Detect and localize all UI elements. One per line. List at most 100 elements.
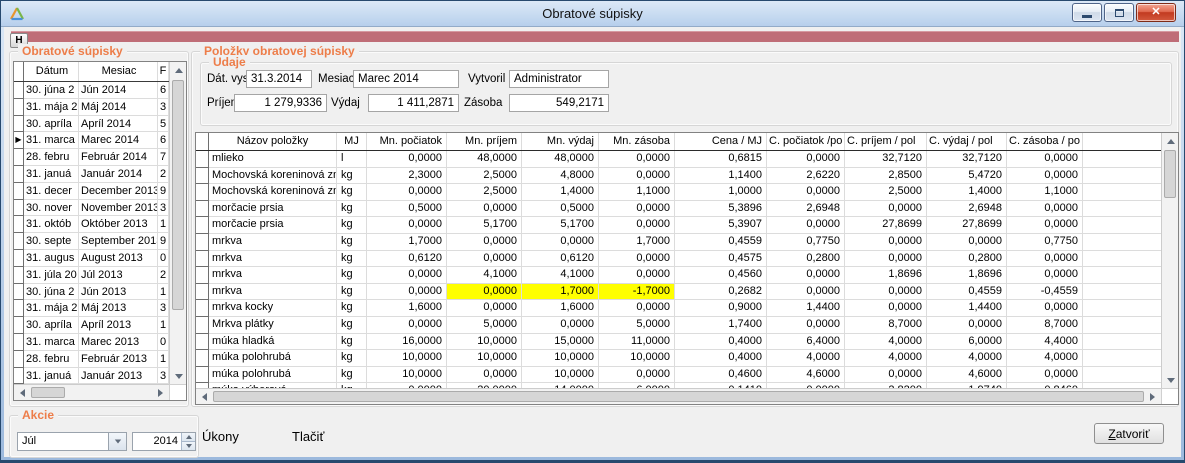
mesiac-field[interactable]: Marec 2014 (353, 70, 459, 88)
sidebar-row[interactable]: 30. aprílaApríl 20131 (14, 317, 169, 334)
column-mn-prijem[interactable]: Mn. príjem (447, 133, 522, 150)
sidebar-cell-mesiac[interactable]: Marec 2013 (79, 334, 158, 351)
sidebar-cell-mesiac[interactable]: Február 2014 (79, 149, 158, 166)
row-header[interactable] (196, 234, 209, 251)
cell-m-vyd[interactable]: 0,0000 (522, 234, 599, 251)
scroll-up-button[interactable] (1162, 133, 1179, 149)
cell-m-cpoc[interactable]: 0,0000 (767, 217, 845, 234)
sidebar-column-f[interactable]: F (158, 62, 169, 81)
scroll-thumb[interactable] (31, 387, 65, 398)
month-combobox-dropdown-button[interactable] (108, 433, 126, 450)
table-row[interactable]: mrkvakg0,00000,00001,7000-1,70000,26820,… (196, 284, 1161, 301)
cell-m-poc[interactable]: 10,0000 (367, 367, 447, 384)
cell-m-zas[interactable]: 0,0000 (599, 300, 675, 317)
sidebar-cell-datum[interactable]: 30. apríla (24, 116, 79, 133)
cell-m-cena[interactable]: 0,6815 (675, 151, 767, 168)
cell-m-zas[interactable]: 0,0000 (599, 267, 675, 284)
cell-m-cvyd[interactable]: 27,8699 (927, 217, 1007, 234)
cell-mj[interactable]: kg (337, 234, 367, 251)
column-mn-pociatok[interactable]: Mn. počiatok (367, 133, 447, 150)
row-header[interactable] (196, 317, 209, 334)
table-row[interactable]: múka polohrubákg10,00000,000010,00000,00… (196, 367, 1161, 384)
table-row[interactable]: Mrkva plátkykg0,00005,00000,00005,00001,… (196, 317, 1161, 334)
cell-m-czas[interactable]: 0,0000 (1007, 267, 1083, 284)
cell-mj[interactable]: kg (337, 168, 367, 185)
cell-m-cvyd[interactable]: 32,7120 (927, 151, 1007, 168)
sidebar-row-header[interactable] (14, 166, 24, 183)
cell-m-pri[interactable]: 5,0000 (447, 317, 522, 334)
close-dialog-button[interactable]: Zatvoriť (1094, 423, 1164, 444)
cell-m-poc[interactable]: 1,6000 (367, 300, 447, 317)
cell-name[interactable]: morčacie prsia (209, 201, 337, 218)
sidebar-cell-f[interactable]: 1 (158, 284, 169, 301)
table-row[interactable]: Mochovská koreninová zmeskg0,00002,50001… (196, 184, 1161, 201)
column-mn-zasoba[interactable]: Mn. zásoba (599, 133, 675, 150)
table-row[interactable]: mrkvakg1,70000,00000,00001,70000,45590,7… (196, 234, 1161, 251)
cell-m-czas[interactable]: 8,7000 (1007, 317, 1083, 334)
sidebar-cell-datum[interactable]: 31. mája 2 (24, 300, 79, 317)
cell-name[interactable]: Mochovská koreninová zmes (209, 168, 337, 185)
cell-m-zas[interactable]: -1,7000 (599, 284, 675, 301)
cell-m-cpoc[interactable]: 2,6948 (767, 201, 845, 218)
cell-m-czas[interactable]: 4,0000 (1007, 350, 1083, 367)
cell-m-cpoc[interactable]: 6,4000 (767, 334, 845, 351)
cell-m-cpri[interactable]: 27,8699 (845, 217, 927, 234)
cell-m-pri[interactable]: 0,0000 (447, 201, 522, 218)
cell-m-pri[interactable]: 0,0000 (447, 367, 522, 384)
cell-name[interactable]: mrkva kocky (209, 300, 337, 317)
row-header[interactable] (196, 217, 209, 234)
cell-m-pri[interactable]: 48,0000 (447, 151, 522, 168)
scroll-right-button[interactable] (152, 385, 169, 400)
sidebar-cell-mesiac[interactable]: Júl 2013 (79, 267, 158, 284)
cell-m-zas[interactable]: 0,0000 (599, 151, 675, 168)
sidebar-cell-datum[interactable]: 31. júla 20 (24, 267, 79, 284)
app-icon[interactable] (9, 6, 25, 22)
sidebar-cell-mesiac[interactable]: Január 2013 (79, 368, 158, 384)
cell-m-cpoc[interactable]: 1,4400 (767, 300, 845, 317)
sidebar-cell-datum[interactable]: 30. septe (24, 233, 79, 250)
dat-vyst-field[interactable]: 31.3.2014 (246, 70, 312, 88)
cell-mj[interactable]: kg (337, 350, 367, 367)
cell-name[interactable]: mrkva (209, 234, 337, 251)
sidebar-row-header[interactable] (14, 250, 24, 267)
sidebar-cell-mesiac[interactable]: Jún 2013 (79, 284, 158, 301)
sidebar-cell-mesiac[interactable]: December 2013 (79, 183, 158, 200)
cell-m-czas[interactable]: 0,7750 (1007, 234, 1083, 251)
sidebar-cell-f[interactable]: 2 (158, 166, 169, 183)
maximize-button[interactable] (1104, 3, 1134, 22)
sidebar-row-header[interactable] (14, 149, 24, 166)
sidebar-row-header[interactable] (14, 267, 24, 284)
scroll-down-button[interactable] (170, 368, 187, 384)
cell-m-cena[interactable]: 0,4000 (675, 350, 767, 367)
sidebar-cell-f[interactable]: 5 (158, 116, 169, 133)
cell-m-cpri[interactable]: 1,8696 (845, 267, 927, 284)
ukony-button[interactable]: Úkony (202, 429, 239, 444)
sidebar-cell-f[interactable]: 6 (158, 132, 169, 149)
sidebar-cell-mesiac[interactable]: Apríl 2013 (79, 317, 158, 334)
sidebar-row[interactable]: 31. augusAugust 20130 (14, 250, 169, 267)
cell-m-czas[interactable]: 0,0000 (1007, 168, 1083, 185)
row-header[interactable] (196, 251, 209, 268)
cell-m-cpoc[interactable]: 0,0000 (767, 184, 845, 201)
zasoba-field[interactable]: 549,2171 (509, 94, 609, 112)
scroll-up-button[interactable] (170, 62, 187, 78)
cell-m-pri[interactable]: 0,0000 (447, 284, 522, 301)
cell-m-cpoc[interactable]: 4,0000 (767, 350, 845, 367)
sidebar-row[interactable]: 31. mája 2Máj 20133 (14, 300, 169, 317)
cell-m-vyd[interactable]: 1,7000 (522, 284, 599, 301)
sidebar-cell-mesiac[interactable]: Máj 2013 (79, 300, 158, 317)
sidebar-cell-mesiac[interactable]: September 2013 (79, 233, 158, 250)
sidebar-row[interactable]: 31. januáJanuár 20133 (14, 368, 169, 384)
scroll-down-button[interactable] (1162, 372, 1179, 388)
sidebar-row[interactable]: 30. júna 2Jún 20131 (14, 284, 169, 301)
cell-m-czas[interactable]: -0,4559 (1007, 284, 1083, 301)
year-spinner[interactable]: 2014 (132, 432, 196, 451)
cell-m-vyd[interactable]: 10,0000 (522, 350, 599, 367)
cell-m-poc[interactable]: 0,0000 (367, 151, 447, 168)
column-mn-vydaj[interactable]: Mn. výdaj (522, 133, 599, 150)
cell-name[interactable]: morčacie prsia (209, 217, 337, 234)
column-nazov-polozky[interactable]: Názov položky (209, 133, 337, 150)
sidebar-cell-f[interactable]: 3 (158, 200, 169, 217)
cell-m-vyd[interactable]: 5,1700 (522, 217, 599, 234)
sidebar-column-datum[interactable]: Dátum (24, 62, 79, 81)
